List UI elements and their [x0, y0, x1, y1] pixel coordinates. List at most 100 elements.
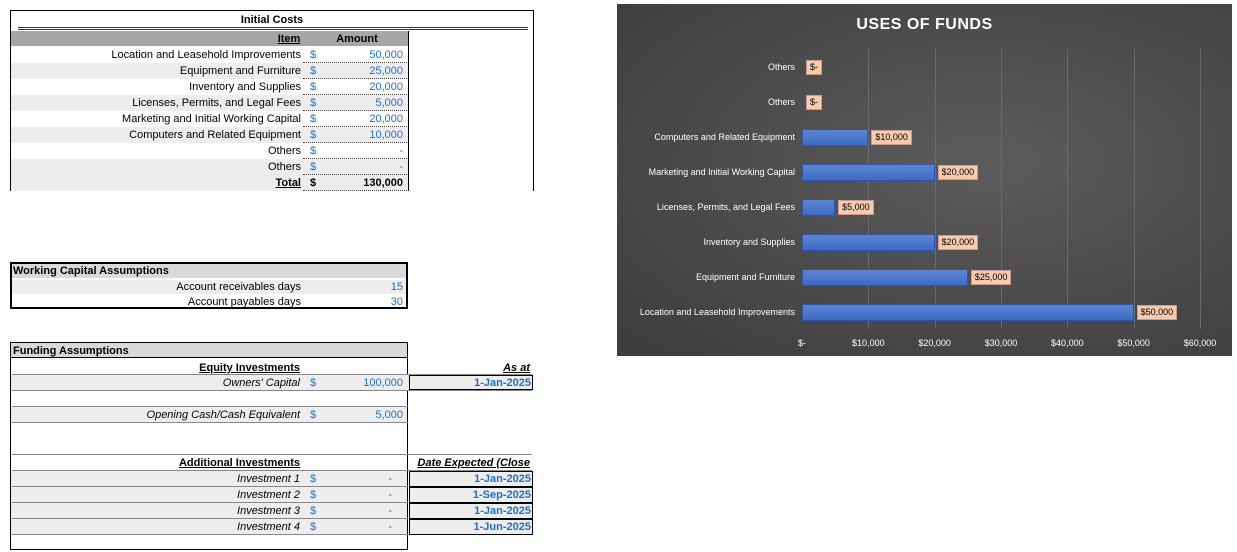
x-tick-label: $-: [797, 338, 806, 348]
x-gridline: [1133, 49, 1135, 329]
opening-cash-value[interactable]: 5,000: [330, 408, 403, 422]
cost-amount[interactable]: 5,000: [330, 96, 403, 110]
bar: [802, 304, 1134, 321]
chart-title: USES OF FUNDS: [856, 16, 993, 33]
payables-days-value[interactable]: 30: [330, 295, 403, 309]
cost-amount[interactable]: -: [330, 144, 403, 158]
opening-cash-currency: $: [310, 409, 317, 421]
dotted-divider: [303, 78, 407, 79]
currency-symbol: $: [310, 49, 317, 61]
currency-symbol: $: [310, 177, 317, 189]
category-label: Marketing and Initial Working Capital: [648, 167, 795, 177]
x-gridline: [1067, 49, 1069, 329]
currency-symbol: $: [310, 473, 317, 485]
investment-label: Investment 4: [237, 521, 300, 533]
data-label: $50,000: [1136, 305, 1178, 320]
x-gridline: [1001, 49, 1002, 329]
data-label: $10,000: [871, 130, 912, 145]
cost-amount[interactable]: 20,000: [330, 80, 403, 94]
cost-amount[interactable]: -: [330, 160, 403, 174]
as-at-header: As at: [503, 362, 530, 374]
cost-amount[interactable]: 25,000: [330, 64, 403, 78]
x-tick-label: $20,000: [918, 338, 951, 348]
bar: [802, 269, 968, 286]
investment-value[interactable]: -: [330, 488, 392, 502]
currency-symbol: $: [310, 521, 317, 533]
x-tick-label: $60,000: [1183, 338, 1217, 348]
currency-symbol: $: [310, 65, 317, 77]
dotted-divider: [12, 390, 532, 391]
title-underline: [18, 29, 528, 30]
investment-label: Investment 3: [237, 505, 300, 517]
receivables-days-value[interactable]: 15: [330, 280, 403, 294]
currency-symbol: $: [310, 489, 317, 501]
dotted-divider: [12, 454, 532, 455]
investment-value[interactable]: -: [330, 520, 392, 534]
data-label: $25,000: [970, 270, 1012, 285]
table-border: [408, 31, 409, 191]
bar: [802, 164, 935, 181]
total-amount: 130,000: [363, 177, 403, 189]
funding-title: Funding Assumptions: [13, 345, 129, 357]
category-label: Others: [767, 62, 795, 72]
currency-symbol: $: [310, 129, 317, 141]
category-label: Computers and Related Equipment: [654, 132, 795, 142]
bar: [802, 199, 836, 216]
cost-item-label: Equipment and Furniture: [179, 65, 301, 77]
dotted-divider: [12, 534, 408, 535]
investment-value[interactable]: -: [330, 472, 392, 486]
data-label: $5,000: [838, 200, 874, 215]
x-gridline: [934, 49, 936, 329]
dotted-divider: [303, 142, 407, 143]
cost-item-label: Computers and Related Equipment: [129, 129, 301, 141]
table-border: [10, 549, 408, 550]
opening-cash-label: Opening Cash/Cash Equivalent: [146, 409, 300, 421]
title-underline: [18, 27, 528, 28]
owners-capital-value[interactable]: 100,000: [330, 376, 403, 390]
cost-item-label: Marketing and Initial Working Capital: [122, 113, 301, 125]
receivables-days-label: Account receivables days: [176, 281, 301, 293]
data-label: $20,000: [937, 165, 979, 180]
uses-of-funds-chart: USES OF FUNDS $- $10,000 $20,000 $30,000 $40…: [617, 4, 1232, 356]
category-label: Others: [767, 97, 795, 107]
x-gridline: [1200, 49, 1201, 329]
dotted-divider: [12, 422, 408, 423]
currency-symbol: $: [310, 97, 317, 109]
initial-costs-title: Initial Costs: [240, 14, 304, 26]
investment-date[interactable]: 1-Sep-2025: [410, 488, 531, 502]
cost-amount[interactable]: 50,000: [330, 48, 403, 62]
currency-symbol: $: [310, 81, 317, 93]
currency-symbol: $: [310, 161, 317, 173]
data-label: $-: [806, 60, 823, 75]
total-label: Total: [275, 177, 301, 189]
investment-date[interactable]: 1-Jan-2025: [410, 504, 531, 518]
bar: [802, 234, 935, 251]
category-label: Licenses, Permits, and Legal Fees: [656, 202, 795, 212]
category-label: Location and Leasehold Improvements: [639, 307, 795, 317]
investment-label: Investment 2: [237, 489, 300, 501]
cost-item-label: Others: [267, 145, 301, 157]
data-label: $20,000: [937, 235, 979, 250]
working-capital-title: Working Capital Assumptions: [13, 265, 169, 277]
cost-item-label: Licenses, Permits, and Legal Fees: [132, 97, 301, 109]
category-label: Equipment and Furniture: [695, 272, 795, 282]
cost-item-label: Inventory and Supplies: [189, 81, 301, 93]
cost-amount[interactable]: 10,000: [330, 128, 403, 142]
data-label: $-: [806, 95, 823, 110]
owners-capital-label: Owners' Capital: [222, 377, 300, 389]
investment-value[interactable]: -: [330, 504, 392, 518]
cost-item-label: Location and Leasehold Improvements: [111, 49, 301, 61]
x-tick-label: $10,000: [852, 338, 885, 348]
equity-investments-header: Equity Investments: [199, 362, 300, 374]
cost-amount[interactable]: 20,000: [330, 112, 403, 126]
owners-capital-date[interactable]: 1-Jan-2025: [410, 376, 531, 390]
x-tick-label: $30,000: [984, 338, 1018, 348]
column-header-amount: Amount: [336, 33, 378, 45]
currency-symbol: $: [310, 113, 317, 125]
investment-date[interactable]: 1-Jun-2025: [410, 520, 531, 534]
investment-label: Investment 1: [237, 473, 300, 485]
investment-date[interactable]: 1-Jan-2025: [410, 472, 531, 486]
date-expected-header: Date Expected (Close: [417, 457, 530, 469]
dotted-divider: [303, 190, 407, 191]
table-border: [533, 10, 534, 191]
